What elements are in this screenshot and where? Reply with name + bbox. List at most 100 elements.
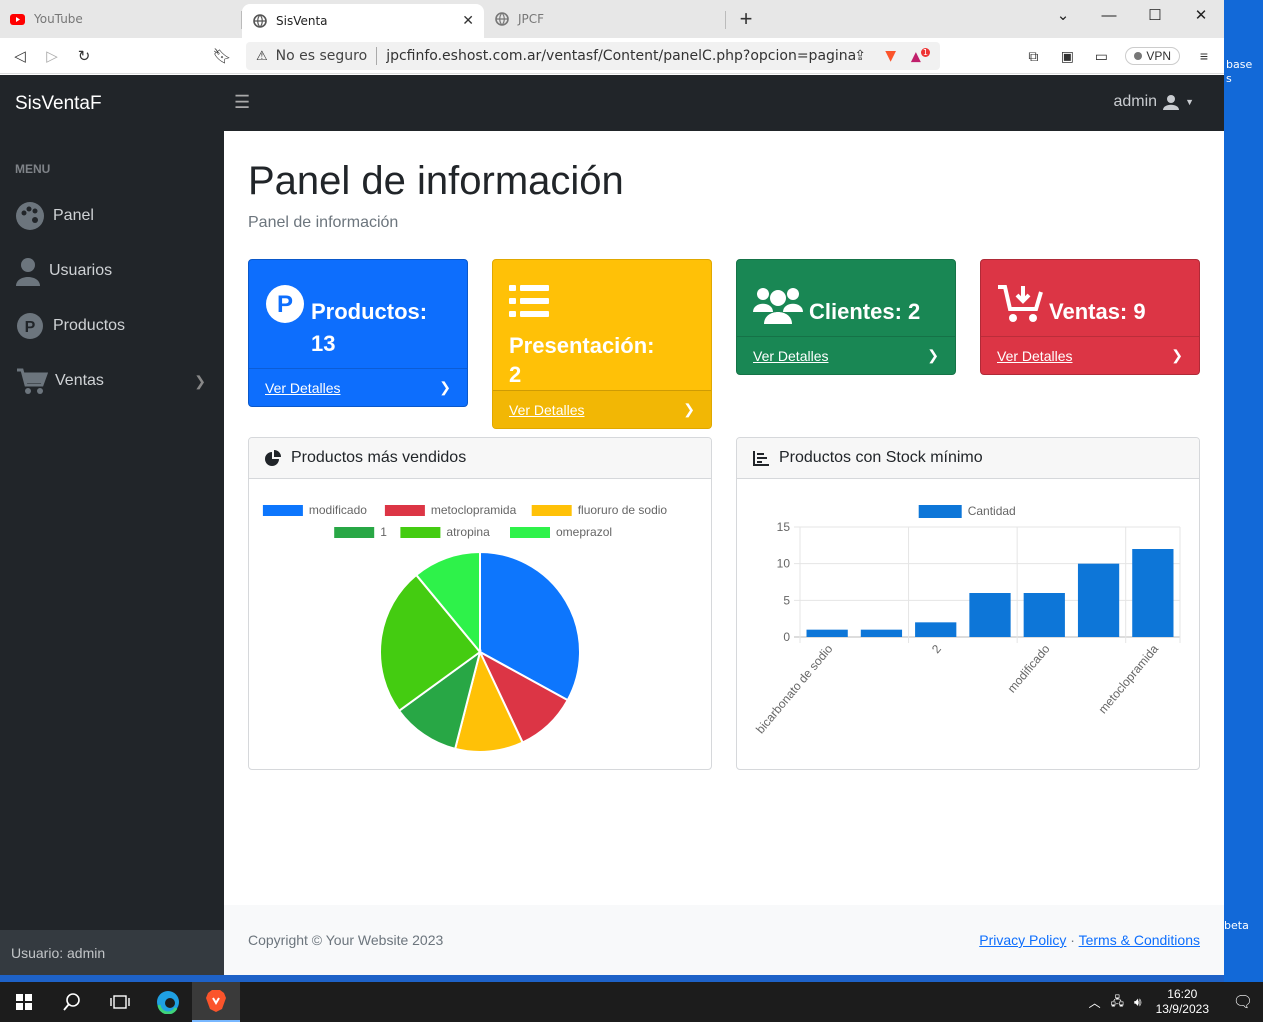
notification-icon[interactable]: 🗨︎ xyxy=(1223,992,1263,1012)
footer-separator: · xyxy=(1070,932,1075,948)
card-value: 2 xyxy=(509,362,522,387)
top-navbar: ☰ admin ▼ xyxy=(224,75,1224,131)
bookmark-icon[interactable]: 🔖︎ xyxy=(206,47,238,65)
user-name: admin xyxy=(1113,93,1158,110)
sidebar-item-ventas[interactable]: Ventas ❯ xyxy=(0,361,224,401)
tab-bar: YouTube SisVenta ✕ JPCF + ⌄ — ☐ ✕ xyxy=(0,0,1224,38)
tab-youtube[interactable]: YouTube xyxy=(0,0,242,38)
bar xyxy=(969,593,1011,637)
user-dropdown[interactable]: admin ▼ xyxy=(1113,93,1194,111)
legend-swatch xyxy=(531,505,572,516)
panel-title: Productos más vendidos xyxy=(291,449,467,466)
card-label: Productos: 13 xyxy=(311,299,428,356)
page-footer: Copyright © Your Website 2023 Privacy Po… xyxy=(224,905,1224,975)
tab-jpcf[interactable]: JPCF xyxy=(484,0,726,38)
card-ventas: Ventas: 9 Ver Detalles ❯ xyxy=(980,259,1200,375)
brand-logo[interactable]: SisVentaF xyxy=(15,93,102,115)
globe-icon xyxy=(494,12,509,27)
reload-icon[interactable]: ↻ xyxy=(68,47,100,65)
chevron-right-icon[interactable]: ❯ xyxy=(439,379,451,396)
volume-icon[interactable]: 🔊︎ xyxy=(1134,995,1142,1010)
task-view-icon[interactable] xyxy=(96,982,144,1022)
bar xyxy=(915,622,957,637)
desktop-icon-label: beta xyxy=(1224,919,1249,932)
legend-label: modificado xyxy=(309,503,367,517)
back-icon[interactable]: ◁ xyxy=(4,47,36,65)
close-tab-icon[interactable]: ✕ xyxy=(462,13,474,29)
ver-detalles-link[interactable]: Ver Detalles xyxy=(753,348,828,364)
bar-chart: Cantidad 0 5 10 15 bicarbonato de sodio 2 modif… xyxy=(753,504,1181,736)
chevron-right-icon[interactable]: ❯ xyxy=(683,401,695,418)
users-icon xyxy=(753,288,803,324)
user-icon xyxy=(1163,95,1180,110)
vpn-button[interactable]: VPN xyxy=(1125,47,1180,65)
chevron-right-icon[interactable]: ❯ xyxy=(1171,347,1183,364)
legend-swatch xyxy=(384,505,425,516)
sidebar-item-productos[interactable]: P Productos xyxy=(0,306,224,346)
new-tab-button[interactable]: + xyxy=(726,0,766,38)
clock-time: 16:20 xyxy=(1167,987,1198,1001)
desktop-background: base s beta xyxy=(1224,0,1263,982)
tab-title: YouTube xyxy=(34,12,83,26)
close-window-button[interactable]: ✕ xyxy=(1178,0,1224,30)
edge-icon[interactable] xyxy=(144,982,192,1022)
breadcrumb: Panel de información xyxy=(248,214,399,231)
clock-date: 13/9/2023 xyxy=(1155,1002,1209,1016)
extensions-icon[interactable]: ⧉ xyxy=(1023,46,1043,66)
bar xyxy=(1132,549,1174,637)
chevron-up-icon[interactable]: ︿ xyxy=(1089,994,1101,1011)
ver-detalles-link[interactable]: Ver Detalles xyxy=(997,348,1072,364)
browser-window: YouTube SisVenta ✕ JPCF + ⌄ — ☐ ✕ ◁ ▷ ↻ … xyxy=(0,0,1224,975)
pie-chart-panel: Productos más vendidos modificado metoclo… xyxy=(248,437,712,770)
card-label: Clientes: 2 xyxy=(809,299,921,324)
menu-icon[interactable]: ≡ xyxy=(1194,46,1214,66)
tab-title: SisVenta xyxy=(276,14,328,28)
address-bar[interactable]: ⚠ No es seguro jpcfinfo.eshost.com.ar/ve… xyxy=(246,42,940,70)
copyright: Copyright © Your Website 2023 xyxy=(248,932,444,948)
chevron-right-icon[interactable]: ❯ xyxy=(927,347,939,364)
brave-rewards-icon[interactable]: ▲ 1 xyxy=(911,47,930,64)
cart-download-icon xyxy=(998,285,1043,322)
ver-detalles-link[interactable]: Ver Detalles xyxy=(265,380,340,396)
search-icon[interactable] xyxy=(48,982,96,1022)
sidebar-item-usuarios[interactable]: Usuarios xyxy=(0,251,224,291)
sidebar-icon[interactable]: ▣ xyxy=(1057,46,1077,66)
security-label[interactable]: No es seguro xyxy=(276,48,368,64)
minimize-button[interactable]: — xyxy=(1086,0,1132,30)
tab-search-icon[interactable]: ⌄ xyxy=(1040,0,1086,30)
windows-start-icon[interactable] xyxy=(0,982,48,1022)
legend-swatch xyxy=(510,527,550,538)
brave-icon[interactable] xyxy=(192,982,240,1022)
panel-title: Productos con Stock mínimo xyxy=(779,449,983,466)
tab-title: JPCF xyxy=(518,12,545,26)
chevron-right-icon: ❯ xyxy=(194,372,206,389)
maximize-button[interactable]: ☐ xyxy=(1132,0,1178,30)
sidebar-item-label: Usuarios xyxy=(49,262,113,279)
brave-shield-icon[interactable]: ▼ xyxy=(885,48,896,64)
privacy-policy-link[interactable]: Privacy Policy xyxy=(979,932,1066,948)
legend-label: 1 xyxy=(380,525,387,539)
url-text[interactable]: jpcfinfo.eshost.com.ar/ventasf/Content/p… xyxy=(386,48,856,64)
x-tick-label: modificado xyxy=(1005,642,1053,696)
forward-icon[interactable]: ▷ xyxy=(36,47,68,65)
page-title: Panel de información xyxy=(248,159,624,203)
caret-down-icon: ▼ xyxy=(1185,97,1194,107)
svg-text:P: P xyxy=(277,291,293,318)
network-icon[interactable]: 🖧︎ xyxy=(1111,992,1124,1013)
sidebar-item-label: Panel xyxy=(53,207,94,224)
ver-detalles-link[interactable]: Ver Detalles xyxy=(509,402,584,418)
share-icon[interactable]: ⇪ xyxy=(854,48,866,64)
tab-sisventa[interactable]: SisVenta ✕ xyxy=(242,4,484,38)
warning-icon[interactable]: ⚠ xyxy=(256,49,268,64)
hamburger-icon[interactable]: ☰ xyxy=(234,92,250,113)
bar-chart-icon xyxy=(753,450,769,466)
system-tray: ︿ 🖧︎ 🔊︎ 16:20 13/9/2023 🗨︎ xyxy=(1089,982,1263,1022)
sidebar-item-panel[interactable]: Panel xyxy=(0,196,224,236)
x-tick-label: metoclopramida xyxy=(1096,642,1162,717)
card-clientes: Clientes: 2 Ver Detalles ❯ xyxy=(736,259,956,375)
taskbar: ︿ 🖧︎ 🔊︎ 16:20 13/9/2023 🗨︎ xyxy=(0,982,1263,1022)
legend-swatch xyxy=(400,527,441,538)
terms-link[interactable]: Terms & Conditions xyxy=(1079,932,1200,948)
wallet-icon[interactable]: ▭ xyxy=(1091,46,1111,66)
clock[interactable]: 16:20 13/9/2023 xyxy=(1156,987,1209,1017)
